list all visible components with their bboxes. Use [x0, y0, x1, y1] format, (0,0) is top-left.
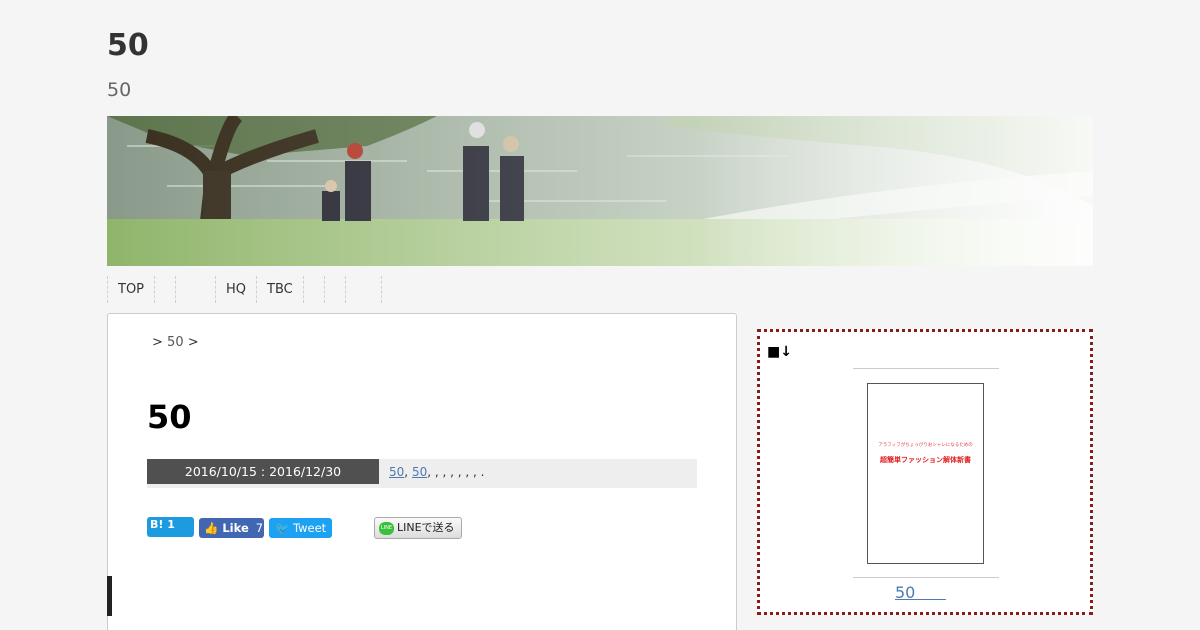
like-label: Like — [222, 521, 249, 535]
nav-item-6[interactable] — [302, 276, 324, 303]
nav-item-3[interactable] — [175, 276, 215, 303]
tweet-label: Tweet — [292, 521, 327, 535]
breadcrumb-link[interactable]: 50 — [167, 335, 184, 350]
post-meta: 2016/10/15 : 2016/12/30 50, 50, , , , , … — [147, 459, 697, 488]
sidebar-widget: ■↓ アラフィフがちょっぴりおシャレになるための 超簡単ファッション解体新書 5… — [757, 329, 1093, 615]
breadcrumb-suffix: > — [187, 335, 199, 350]
hatena-bookmark-button[interactable]: B! 1 — [147, 517, 194, 537]
tag-link-2[interactable]: 50 — [412, 465, 427, 479]
nav-item-2[interactable] — [154, 276, 175, 303]
site-description: 50 — [107, 79, 132, 101]
hatena-label: B! — [150, 518, 164, 531]
book-cover[interactable]: アラフィフがちょっぴりおシャレになるための 超簡単ファッション解体新書 — [853, 368, 999, 578]
post-date: 2016/10/15 : 2016/12/30 — [147, 459, 379, 484]
nav-item-tbc[interactable]: TBC — [256, 276, 303, 303]
twitter-bird-icon: 🐦 — [275, 521, 290, 535]
post-title: 50 — [147, 398, 192, 436]
tag-rest: , , , , , , , . — [427, 465, 485, 479]
global-nav: TOP HQ TBC — [107, 276, 382, 303]
hatena-count: 1 — [167, 518, 175, 531]
book-title: 超簡単ファッション解体新書 — [880, 456, 971, 464]
book-subtitle: アラフィフがちょっぴりおシャレになるための — [878, 443, 973, 448]
book-link[interactable]: 50 — [895, 583, 946, 602]
book-cover-frame: アラフィフがちょっぴりおシャレになるための 超簡単ファッション解体新書 — [867, 383, 984, 564]
tag-link-1[interactable]: 50 — [389, 465, 404, 479]
tweet-button[interactable]: 🐦 Tweet — [269, 518, 332, 538]
main-content: > 50 > 50 2016/10/15 : 2016/12/30 50, 50… — [107, 313, 737, 630]
widget-heading: ■↓ — [767, 344, 792, 360]
breadcrumb: > 50 > — [152, 335, 199, 350]
nav-item-top[interactable]: TOP — [107, 276, 154, 303]
nav-item-hq[interactable]: HQ — [215, 276, 256, 303]
site-title[interactable]: 50 — [107, 28, 149, 63]
thumbs-up-icon: 👍 — [204, 521, 219, 535]
side-marker — [107, 576, 112, 616]
like-count: 7 — [255, 521, 264, 535]
nav-item-7[interactable] — [323, 276, 345, 303]
nav-item-8[interactable] — [344, 276, 382, 303]
line-share-button[interactable]: LINE LINEで送る — [374, 517, 462, 539]
tag-separator: , — [404, 465, 409, 479]
post-tags: 50, 50, , , , , , , . — [389, 465, 484, 479]
line-icon: LINE — [379, 521, 394, 535]
facebook-like-button[interactable]: 👍 Like 7 — [199, 518, 264, 538]
line-label: LINEで送る — [397, 521, 455, 534]
header-image — [107, 116, 1093, 266]
breadcrumb-prefix: > — [152, 335, 163, 350]
